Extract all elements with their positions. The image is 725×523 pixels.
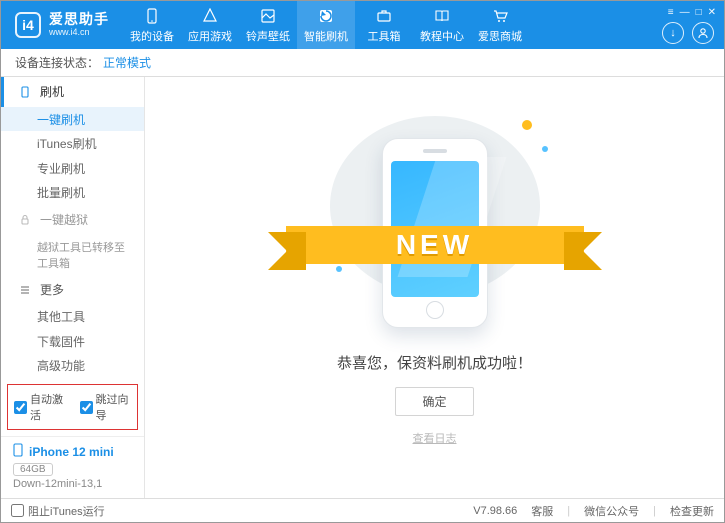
download-button[interactable]: ↓ bbox=[662, 22, 684, 44]
connection-status-bar: 设备连接状态： 正常模式 bbox=[1, 49, 724, 77]
list-icon bbox=[18, 283, 32, 297]
ok-button[interactable]: 确定 bbox=[395, 387, 473, 416]
sidebar-head-more[interactable]: 更多 bbox=[1, 275, 144, 305]
nav-label: 应用游戏 bbox=[188, 28, 232, 44]
spark-icon bbox=[522, 120, 532, 130]
nav-toolbox[interactable]: 工具箱 bbox=[355, 1, 413, 49]
checkbox-input[interactable] bbox=[14, 401, 27, 414]
sidebar-item-itunes-flash[interactable]: iTunes刷机 bbox=[1, 131, 144, 156]
nav-label: 铃声壁纸 bbox=[246, 28, 290, 44]
checkbox-input[interactable] bbox=[11, 504, 24, 517]
device-name: iPhone 12 mini bbox=[29, 445, 114, 459]
main-content: NEW 恭喜您，保资料刷机成功啦！ 确定 查看日志 bbox=[145, 77, 724, 498]
nav-store[interactable]: 爱思商城 bbox=[471, 1, 529, 49]
sidebar-head-label: 一键越狱 bbox=[40, 211, 88, 228]
wechat-link[interactable]: 微信公众号 bbox=[584, 503, 639, 519]
success-illustration: NEW bbox=[330, 116, 540, 296]
checkbox-label: 自动激活 bbox=[30, 391, 66, 423]
phone-icon bbox=[18, 85, 32, 99]
checkbox-label: 阻止iTunes运行 bbox=[28, 503, 105, 519]
phone-icon bbox=[13, 443, 23, 460]
nav-tutorials[interactable]: 教程中心 bbox=[413, 1, 471, 49]
sidebar-head-label: 刷机 bbox=[40, 83, 64, 100]
sidebar-head-flash[interactable]: 刷机 bbox=[1, 77, 144, 107]
check-update-link[interactable]: 检查更新 bbox=[670, 503, 714, 519]
checkbox-input[interactable] bbox=[80, 401, 93, 414]
sidebar-item-other-tools[interactable]: 其他工具 bbox=[1, 304, 144, 329]
sidebar-item-download-firmware[interactable]: 下载固件 bbox=[1, 329, 144, 354]
status-label: 设备连接状态： bbox=[15, 54, 99, 71]
maximize-icon[interactable]: □ bbox=[696, 7, 702, 18]
window-controls: ≡ — □ ✕ bbox=[668, 7, 716, 18]
checkbox-auto-activate[interactable]: 自动激活 bbox=[14, 391, 66, 423]
wallpaper-icon bbox=[259, 7, 277, 25]
phone-icon bbox=[143, 7, 161, 25]
nav-label: 工具箱 bbox=[368, 28, 401, 44]
sidebar-item-pro-flash[interactable]: 专业刷机 bbox=[1, 156, 144, 181]
spark-icon bbox=[542, 146, 548, 152]
flash-icon bbox=[317, 7, 335, 25]
toolbox-icon bbox=[375, 7, 393, 25]
nav-smart-flash[interactable]: 智能刷机 bbox=[297, 1, 355, 49]
footer: 阻止iTunes运行 V7.98.66 客服 | 微信公众号 | 检查更新 bbox=[1, 498, 724, 522]
checkbox-skip-guide[interactable]: 跳过向导 bbox=[80, 391, 132, 423]
lock-icon bbox=[18, 213, 32, 227]
success-message: 恭喜您，保资料刷机成功啦！ bbox=[337, 352, 532, 373]
ribbon: NEW bbox=[286, 214, 584, 270]
device-capacity: 64GB bbox=[13, 463, 53, 476]
sidebar-item-advanced[interactable]: 高级功能 bbox=[1, 354, 144, 379]
book-icon bbox=[433, 7, 451, 25]
account-button[interactable] bbox=[692, 22, 714, 44]
device-model: Down-12mini-13,1 bbox=[13, 478, 134, 490]
app-url: www.i4.cn bbox=[49, 28, 109, 38]
separator: | bbox=[567, 505, 570, 517]
app-name: 爱思助手 bbox=[49, 12, 109, 27]
sidebar-item-batch-flash[interactable]: 批量刷机 bbox=[1, 180, 144, 205]
view-log-link[interactable]: 查看日志 bbox=[413, 430, 457, 446]
ribbon-text: NEW bbox=[286, 226, 584, 264]
separator: | bbox=[653, 505, 656, 517]
header-actions: ↓ bbox=[662, 22, 714, 44]
nav-apps[interactable]: 应用游戏 bbox=[181, 1, 239, 49]
sidebar-head-jailbreak[interactable]: 一键越狱 bbox=[1, 205, 144, 235]
support-link[interactable]: 客服 bbox=[531, 503, 553, 519]
nav-label: 我的设备 bbox=[130, 28, 174, 44]
nav-label: 爱思商城 bbox=[478, 28, 522, 44]
app-header: i4 爱思助手 www.i4.cn 我的设备 应用游戏 铃声壁纸 智能刷机 bbox=[1, 1, 724, 49]
cart-icon bbox=[491, 7, 509, 25]
sidebar-head-label: 更多 bbox=[40, 281, 64, 298]
close-icon[interactable]: ✕ bbox=[708, 7, 716, 18]
checkbox-block-itunes[interactable]: 阻止iTunes运行 bbox=[11, 503, 105, 519]
version-label: V7.98.66 bbox=[473, 505, 517, 517]
flash-options-box: 自动激活 跳过向导 bbox=[7, 384, 138, 430]
main-nav: 我的设备 应用游戏 铃声壁纸 智能刷机 工具箱 教程中心 bbox=[123, 1, 529, 49]
logo-icon: i4 bbox=[15, 12, 41, 38]
nav-ringtones[interactable]: 铃声壁纸 bbox=[239, 1, 297, 49]
checkbox-label: 跳过向导 bbox=[96, 391, 132, 423]
status-mode: 正常模式 bbox=[103, 54, 151, 71]
apps-icon bbox=[201, 7, 219, 25]
nav-label: 智能刷机 bbox=[304, 28, 348, 44]
sidebar: 刷机 一键刷机 iTunes刷机 专业刷机 批量刷机 一键越狱 越狱工具已转移至… bbox=[1, 77, 145, 498]
device-name-row[interactable]: iPhone 12 mini bbox=[13, 443, 134, 460]
sidebar-item-oneclick-flash[interactable]: 一键刷机 bbox=[1, 107, 144, 132]
nav-my-device[interactable]: 我的设备 bbox=[123, 1, 181, 49]
app-logo: i4 爱思助手 www.i4.cn bbox=[1, 12, 123, 38]
device-panel: iPhone 12 mini 64GB Down-12mini-13,1 bbox=[1, 436, 144, 498]
minimize-icon[interactable]: — bbox=[680, 7, 690, 18]
jailbreak-note: 越狱工具已转移至工具箱 bbox=[1, 235, 144, 275]
nav-label: 教程中心 bbox=[420, 28, 464, 44]
menu-icon[interactable]: ≡ bbox=[668, 7, 674, 18]
